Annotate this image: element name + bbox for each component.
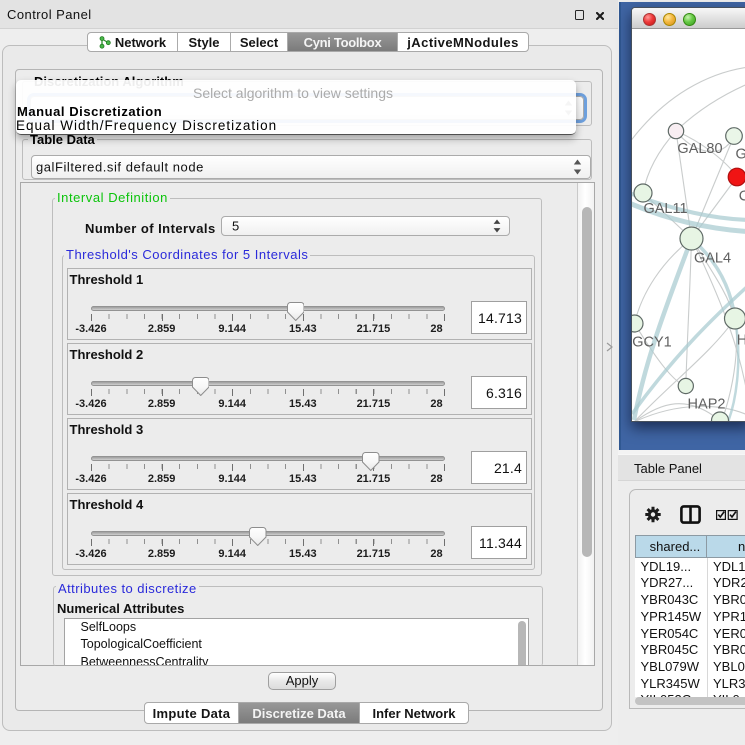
svg-text:GA: GA <box>736 146 745 162</box>
svg-text:GAL4: GAL4 <box>694 250 731 266</box>
svg-text:HAP2: HAP2 <box>688 396 726 412</box>
svg-text:GAL11: GAL11 <box>643 201 687 217</box>
svg-text:C: C <box>739 188 745 204</box>
svg-text:H: H <box>737 332 745 348</box>
svg-text:GCY1: GCY1 <box>632 334 672 350</box>
svg-text:GAL80: GAL80 <box>677 141 722 157</box>
